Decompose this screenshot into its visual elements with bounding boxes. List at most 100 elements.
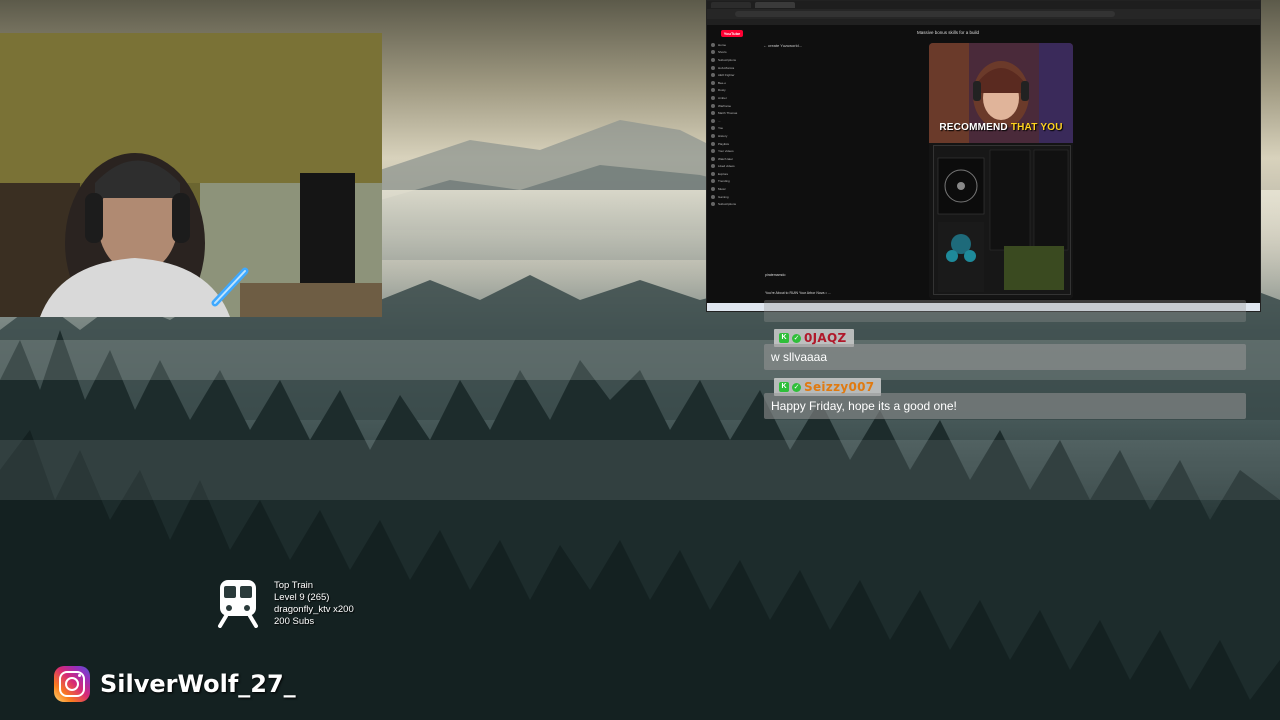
- sidebar-item-icon: [711, 126, 715, 131]
- youtube-sidebar: Home Shorts Subscriptions Hub-Monica AEO Fig…: [711, 41, 753, 303]
- sidebar-item[interactable]: AEO Fighter: [711, 71, 753, 79]
- sidebar-item-icon: [711, 57, 715, 62]
- youtube-header: [707, 25, 1260, 41]
- sidebar-item-icon: [711, 202, 715, 207]
- sidebar-item-icon: [711, 111, 715, 116]
- train-icon: [218, 580, 258, 628]
- sidebar-item[interactable]: Marth Thomas: [711, 109, 753, 117]
- sidebar-item-icon: [711, 171, 715, 176]
- sidebar-item[interactable]: History: [711, 132, 753, 140]
- screen-capture-window: YouTube Massive bonus skills for a build…: [706, 0, 1261, 312]
- sidebar-item-icon: [711, 88, 715, 93]
- sidebar-item[interactable]: Amber: [711, 94, 753, 102]
- verified-badge-icon: ✓: [792, 333, 801, 343]
- browser-tab-strip: [707, 1, 1260, 9]
- sidebar-item-label: Subscriptions: [718, 202, 737, 207]
- sidebar-item-icon: [711, 179, 715, 184]
- sidebar-item-label: Subscriptions: [718, 57, 737, 62]
- sidebar-item[interactable]: Watch later: [711, 155, 753, 163]
- broadcaster-badge-icon: K: [779, 333, 789, 343]
- chat-username[interactable]: Seizzy007: [804, 380, 874, 394]
- page-title: Massive bonus skills for a build: [917, 30, 980, 35]
- sidebar-item[interactable]: Explore: [711, 170, 753, 178]
- chat-message-text: Happy Friday, hope its a good one!: [764, 393, 1246, 419]
- sidebar-item-label: AEO Fighter: [718, 73, 735, 78]
- chat-message-text: w sllvaaaa: [764, 344, 1246, 370]
- sidebar-item-label: Playlists: [718, 141, 730, 146]
- short-caption: RECOMMEND THAT YOU: [929, 122, 1073, 133]
- sidebar-item-icon: [711, 149, 715, 154]
- sidebar-item-label: You: [718, 126, 724, 131]
- chat-message-partial: [764, 300, 1246, 322]
- instagram-handle: SilverWolf_27_: [100, 670, 296, 698]
- top-train-widget: Top Train Level 9 (265) dragonfly_ktv x2…: [214, 578, 414, 630]
- sidebar-item[interactable]: Music: [711, 185, 753, 193]
- sidebar-item-label: Bee-o: [718, 80, 727, 85]
- sidebar-item-label: Shorts: [718, 50, 727, 55]
- sidebar-item-label: Warframe: [718, 103, 732, 108]
- sidebar-item-icon: [711, 95, 715, 100]
- sidebar-item[interactable]: ...: [711, 117, 753, 125]
- caption-yellow: THAT YOU: [1010, 122, 1063, 133]
- sidebar-item-icon: [711, 194, 715, 199]
- address-bar[interactable]: [735, 11, 1115, 17]
- chat-username[interactable]: 0JAQZ: [804, 331, 847, 345]
- sidebar-item-label: Marth Thomas: [718, 111, 738, 116]
- broadcaster-badge-icon: K: [779, 382, 789, 392]
- sidebar-item-label: Your videos: [718, 149, 734, 154]
- game-skill-panel: [933, 145, 1071, 295]
- channel-name[interactable]: piratemamdo: [765, 273, 785, 277]
- chat-overlay: K ✓ 0JAQZ w sllvaaaa K ✓ Seizzy007 Happy…: [764, 300, 1246, 422]
- sidebar-item[interactable]: Playlists: [711, 140, 753, 148]
- sidebar-item-icon: [711, 133, 715, 138]
- sidebar-item[interactable]: Home: [711, 41, 753, 49]
- sidebar-item-label: Explore: [718, 171, 729, 176]
- video-description: You're About to RUIN Your Arbor Nova • .…: [765, 291, 831, 295]
- sidebar-item[interactable]: Trending: [711, 178, 753, 186]
- verified-badge-icon: ✓: [792, 382, 801, 392]
- sidebar-item-label: Trending: [718, 179, 730, 184]
- sidebar-item[interactable]: Bee-o: [711, 79, 753, 87]
- sidebar-item-label: Hub-Monica: [718, 65, 735, 70]
- train-level: Level 9 (265): [274, 592, 330, 603]
- caption-white: RECOMMEND: [939, 122, 1008, 133]
- sidebar-item[interactable]: Your videos: [711, 147, 753, 155]
- youtube-logo[interactable]: YouTube: [721, 30, 743, 37]
- sidebar-item-icon: [711, 141, 715, 146]
- sidebar-item-label: Dusty: [718, 88, 726, 93]
- sidebar-item[interactable]: Liked videos: [711, 163, 753, 171]
- train-subs: 200 Subs: [274, 616, 315, 627]
- browser-tab-active[interactable]: [755, 2, 795, 8]
- sidebar-item-label: History: [718, 133, 728, 138]
- sidebar-item[interactable]: Shorts: [711, 49, 753, 57]
- sidebar-item[interactable]: Subscriptions: [711, 200, 753, 208]
- back-link[interactable]: ← create Yuzuworld...: [763, 43, 802, 48]
- browser-tab[interactable]: [711, 2, 751, 8]
- sidebar-item-icon: [711, 80, 715, 85]
- sidebar-item-icon: [711, 156, 715, 161]
- streamer-camera-image: [0, 33, 382, 317]
- sidebar-item-icon: [711, 164, 715, 169]
- sidebar-item[interactable]: Hub-Monica: [711, 64, 753, 72]
- sidebar-item-icon: [711, 187, 715, 192]
- webcam-feed: [0, 33, 382, 317]
- sidebar-item-label: Home: [718, 42, 727, 47]
- short-video-player[interactable]: RECOMMEND THAT YOU: [929, 43, 1073, 299]
- sidebar-item[interactable]: Warframe: [711, 102, 753, 110]
- top-train-details: Top Train Level 9 (265) dragonfly_ktv x2…: [274, 580, 354, 628]
- sidebar-item[interactable]: Dusty: [711, 87, 753, 95]
- sidebar-item-icon: [711, 42, 715, 47]
- sidebar-item[interactable]: You: [711, 125, 753, 133]
- instagram-handle-banner: SilverWolf_27_: [54, 666, 296, 702]
- sidebar-item-icon: [711, 118, 715, 123]
- train-title: Top Train: [274, 580, 314, 591]
- sidebar-item[interactable]: Subscriptions: [711, 56, 753, 64]
- sidebar-item[interactable]: Gaming: [711, 193, 753, 201]
- sidebar-item-label: ...: [718, 118, 721, 123]
- sidebar-item-label: Gaming: [718, 194, 729, 199]
- sidebar-item-icon: [711, 103, 715, 108]
- sidebar-item-label: Watch later: [718, 156, 734, 161]
- skill-tree-image: [937, 149, 1069, 292]
- sidebar-item-icon: [711, 65, 715, 70]
- sidebar-item-icon: [711, 50, 715, 55]
